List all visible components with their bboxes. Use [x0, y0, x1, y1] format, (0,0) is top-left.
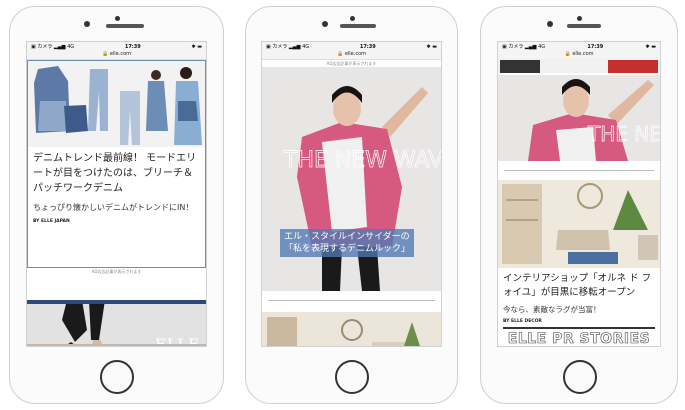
home-button[interactable]	[100, 360, 134, 394]
pr-stories-banner[interactable]: ELLE PR STORIES	[498, 331, 660, 346]
divider	[268, 300, 435, 301]
hero-overlay-text: THE NEW	[587, 122, 660, 146]
caption-line-2: 「私を表現するデニムルック」	[284, 244, 411, 254]
battery-icon: ✱ ▬	[191, 43, 202, 50]
clock: 17:39	[359, 43, 376, 50]
ad-notice: AD広告記事が表示されます	[91, 269, 142, 274]
carrier-label: ▣ カメラ ▂▄▆ 4G	[502, 44, 546, 50]
portrait-images	[27, 344, 206, 346]
top-strip-image	[498, 59, 660, 73]
interior-image	[262, 312, 441, 346]
home-button[interactable]	[335, 360, 369, 394]
url-bar[interactable]: 🔒 elle.com	[262, 51, 441, 60]
hero-model-image[interactable]: THE NEW WAVE エル・スタイルインサイダーの 「私を表現するデニムルッ…	[262, 67, 441, 291]
phone-screen-3: ▣ カメラ ▂▄▆ 4G 17:39 ✱ ▬ 🔒 elle.com THE NE…	[497, 41, 661, 347]
phone-frame-2: ▣ カメラ ▂▄▆ 4G 17:39 ✱ ▬ 🔒 elle.com AD広告記事…	[245, 6, 458, 404]
battery-icon: ✱ ▬	[426, 43, 437, 50]
front-camera-icon	[115, 16, 120, 21]
url-bar[interactable]: 🔒 elle.com	[27, 51, 206, 60]
divider	[503, 327, 655, 329]
status-bar: ▣ カメラ ▂▄▆ 4G 17:39 ✱ ▬	[498, 42, 660, 51]
camera-dot	[322, 21, 328, 27]
fashion-legs-image: ELLE	[27, 300, 206, 346]
caption-line-1: エル・スタイルインサイダーの	[284, 232, 410, 242]
carrier-label: ▣ カメラ ▂▄▆ 4G	[31, 44, 75, 50]
speaker-grille	[106, 24, 144, 28]
hero-overlay-text: THE NEW WAVE	[283, 148, 441, 173]
hero-model-image[interactable]: THE NEW	[498, 75, 660, 161]
speaker-grille	[340, 24, 376, 28]
battery-icon: ✱ ▬	[645, 43, 656, 50]
article-byline: BY ELLE JAPAN	[33, 219, 70, 224]
phone-screen-2: ▣ カメラ ▂▄▆ 4G 17:39 ✱ ▬ 🔒 elle.com AD広告記事…	[261, 41, 442, 347]
phone-screen-1: ▣ カメラ ▂▄▆ 4G 17:39 ✱ ▬ 🔒 elle.com デニムトレン…	[26, 41, 207, 347]
status-bar: ▣ カメラ ▂▄▆ 4G 17:39 ✱ ▬	[262, 42, 441, 51]
front-camera-icon	[350, 16, 355, 21]
home-button[interactable]	[563, 360, 597, 394]
article-card[interactable]: デニムトレンド最前線！ モードエリートが目をつけたのは、ブリーチ＆パッチワークデ…	[27, 60, 206, 268]
camera-dot	[84, 21, 90, 27]
article-subtitle: ちょっぴり懐かしいデニムがトレンドにIN！	[33, 203, 194, 212]
article-headline[interactable]: デニムトレンド最前線！ モードエリートが目をつけたのは、ブリーチ＆パッチワークデ…	[28, 151, 205, 196]
denim-collage-image	[28, 61, 205, 147]
clock: 17:39	[587, 43, 604, 50]
article-headline[interactable]: インテリアショップ「オルネ ド フォイユ」が目黒に移転オープン	[498, 272, 660, 300]
caption-box[interactable]: エル・スタイルインサイダーの 「私を表現するデニムルック」	[280, 229, 415, 257]
ad-notice: AD広告記事が表示されます	[326, 61, 377, 66]
front-camera-icon	[577, 16, 582, 21]
phone-frame-3: ▣ カメラ ▂▄▆ 4G 17:39 ✱ ▬ 🔒 elle.com THE NE…	[480, 6, 678, 404]
divider	[504, 170, 654, 171]
camera-dot	[547, 21, 553, 27]
phone-frame-1: ▣ カメラ ▂▄▆ 4G 17:39 ✱ ▬ 🔒 elle.com デニムトレン…	[9, 6, 224, 404]
clock: 17:39	[124, 43, 141, 50]
article-byline: BY ELLE DECOR	[503, 319, 542, 324]
article-subtitle: 今なら、素敵なラグが当富！	[503, 305, 601, 314]
status-bar: ▣ カメラ ▂▄▆ 4G 17:39 ✱ ▬	[27, 42, 206, 51]
speaker-grille	[567, 24, 601, 28]
carrier-label: ▣ カメラ ▂▄▆ 4G	[266, 44, 310, 50]
interior-shop-image[interactable]	[498, 180, 660, 268]
